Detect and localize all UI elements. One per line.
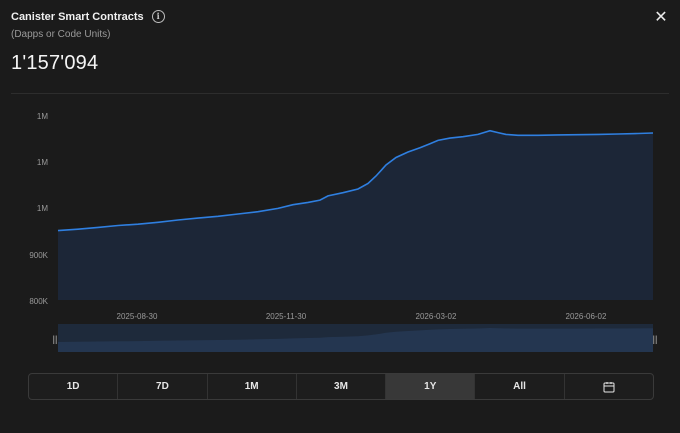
navigator-handle-left[interactable]: || xyxy=(53,334,58,344)
range-tab-3m[interactable]: 3M xyxy=(297,374,387,399)
y-tick-label: 1M xyxy=(37,158,48,167)
header: Canister Smart Contracts i ✕ (Dapps or C… xyxy=(11,10,669,75)
current-value: 1'157'094 xyxy=(11,52,99,74)
area-chart[interactable]: 1M 1M 1M 900K 800K 2025-08-30 2025-11-30 2026-0… xyxy=(0,100,680,360)
info-icon[interactable]: i xyxy=(151,10,165,23)
x-tick-label: 2026-06-02 xyxy=(566,312,607,321)
y-tick-label: 1M xyxy=(37,204,48,213)
title-row: Canister Smart Contracts i xyxy=(11,10,669,23)
date-range-button[interactable] xyxy=(565,374,653,399)
navigator-handle-right[interactable]: || xyxy=(653,334,658,344)
divider xyxy=(11,93,669,94)
area-fill xyxy=(58,130,653,300)
close-icon[interactable]: ✕ xyxy=(653,10,669,26)
range-tabs: 1D 7D 1M 3M 1Y All xyxy=(28,373,654,400)
range-tab-7d[interactable]: 7D xyxy=(118,374,208,399)
range-tab-1m[interactable]: 1M xyxy=(208,374,297,399)
range-tab-1y[interactable]: 1Y xyxy=(386,374,476,399)
y-tick-label: 900K xyxy=(29,251,48,260)
y-tick-label: 1M xyxy=(37,112,48,121)
range-tab-1d[interactable]: 1D xyxy=(29,374,119,399)
chart-subtitle: (Dapps or Code Units) xyxy=(11,29,111,40)
range-tab-all[interactable]: All xyxy=(475,374,565,399)
x-tick-label: 2026-03-02 xyxy=(416,312,457,321)
x-tick-label: 2025-08-30 xyxy=(117,312,158,321)
x-tick-label: 2025-11-30 xyxy=(266,312,307,321)
chart-title: Canister Smart Contracts xyxy=(11,10,144,23)
calendar-icon xyxy=(603,381,615,392)
y-tick-label: 800K xyxy=(29,297,48,306)
